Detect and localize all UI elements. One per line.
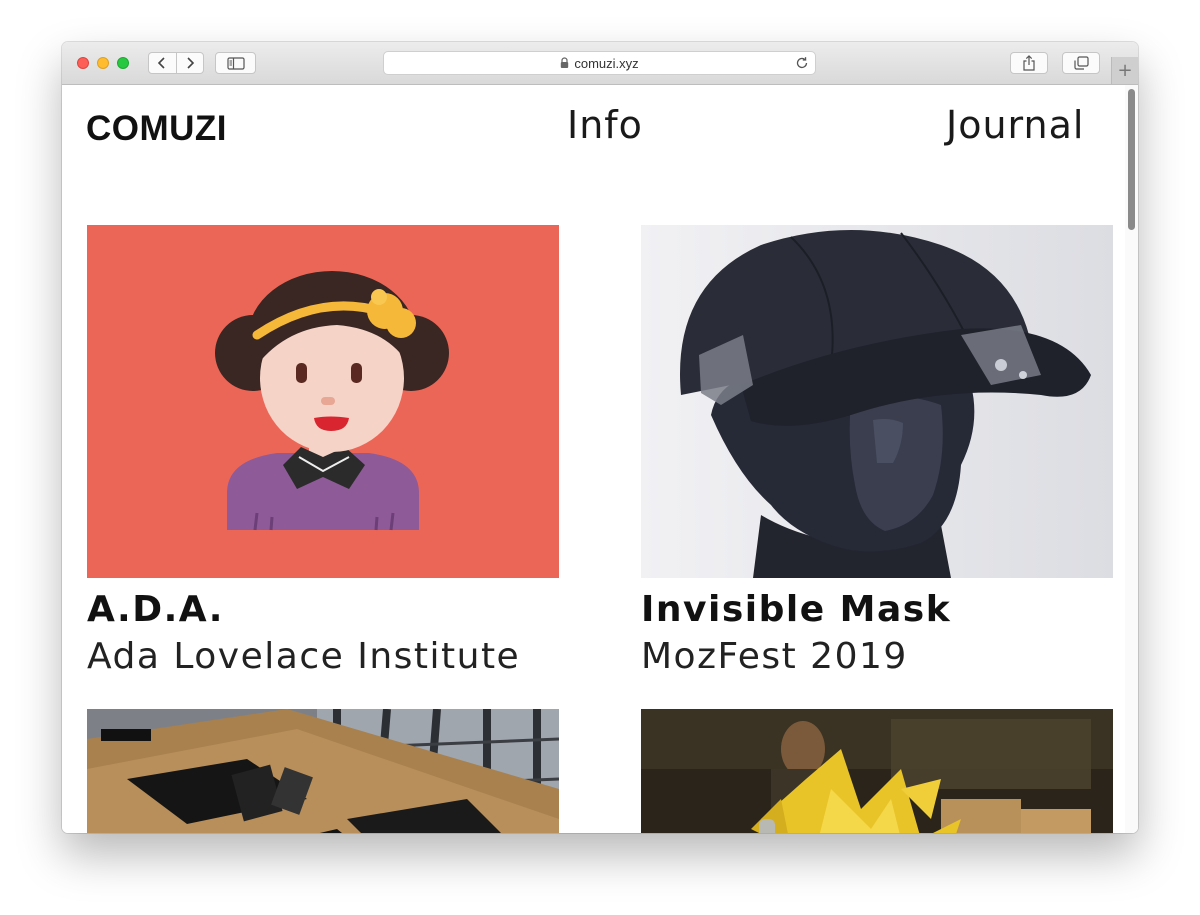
project-image-invisible-mask[interactable] bbox=[641, 225, 1113, 578]
nav-link-journal[interactable]: Journal bbox=[946, 103, 1084, 147]
chevron-right-icon bbox=[187, 57, 194, 69]
lock-icon bbox=[560, 57, 569, 69]
project-image-exhibition[interactable] bbox=[87, 709, 559, 833]
plus-icon: + bbox=[1117, 60, 1133, 81]
project-subtitle: Ada Lovelace Institute bbox=[87, 636, 521, 677]
project-card-invisible-mask[interactable]: Invisible Mask MozFest 2019 bbox=[641, 225, 1113, 682]
ada-lovelace-illustration bbox=[215, 271, 449, 531]
project-card-exhibition[interactable] bbox=[87, 709, 559, 833]
nav-link-info[interactable]: Info bbox=[567, 103, 643, 147]
tabs-overview-button[interactable] bbox=[1062, 52, 1100, 74]
sidebar-icon bbox=[226, 56, 245, 70]
close-window-button[interactable] bbox=[77, 57, 89, 69]
address-bar[interactable]: comuzi.xyz bbox=[383, 51, 816, 75]
page-content: COMUZI Info Journal A.D.A. Ada Lovelace … bbox=[62, 85, 1138, 833]
new-tab-button[interactable]: + bbox=[1111, 57, 1138, 84]
url-text: comuzi.xyz bbox=[574, 55, 639, 71]
project-title[interactable]: A.D.A. bbox=[87, 588, 559, 632]
scrollbar-thumb[interactable] bbox=[1128, 89, 1135, 230]
yellow-paper-sculpture-photo bbox=[641, 709, 1113, 833]
project-card-ada[interactable]: A.D.A. Ada Lovelace Institute bbox=[87, 225, 559, 682]
page-scrollbar[interactable] bbox=[1125, 85, 1138, 833]
exhibition-table-photo bbox=[87, 709, 559, 833]
reload-icon bbox=[796, 57, 808, 69]
share-icon bbox=[1023, 55, 1035, 71]
project-card-sculpture[interactable] bbox=[641, 709, 1113, 833]
back-button[interactable] bbox=[149, 53, 176, 73]
chevron-left-icon bbox=[158, 57, 165, 69]
forward-button[interactable] bbox=[175, 53, 204, 73]
minimize-window-button[interactable] bbox=[97, 57, 109, 69]
mannequin-head-cap-photo bbox=[641, 225, 1113, 578]
project-title[interactable]: Invisible Mask bbox=[641, 588, 1113, 632]
sidebar-toggle-button[interactable] bbox=[215, 52, 256, 74]
reload-button[interactable] bbox=[795, 56, 809, 70]
tabs-overview-icon bbox=[1073, 56, 1089, 70]
share-button[interactable] bbox=[1010, 52, 1048, 74]
project-image-ada[interactable] bbox=[87, 225, 559, 578]
site-logo[interactable]: COMUZI bbox=[86, 109, 227, 149]
project-subtitle: MozFest 2019 bbox=[641, 636, 908, 677]
back-forward-group bbox=[148, 52, 204, 74]
browser-toolbar: comuzi.xyz + bbox=[62, 42, 1138, 85]
project-image-sculpture[interactable] bbox=[641, 709, 1113, 833]
maximize-window-button[interactable] bbox=[117, 57, 129, 69]
browser-window: comuzi.xyz + COMUZI Info Journal A.D.A. … bbox=[62, 42, 1138, 833]
